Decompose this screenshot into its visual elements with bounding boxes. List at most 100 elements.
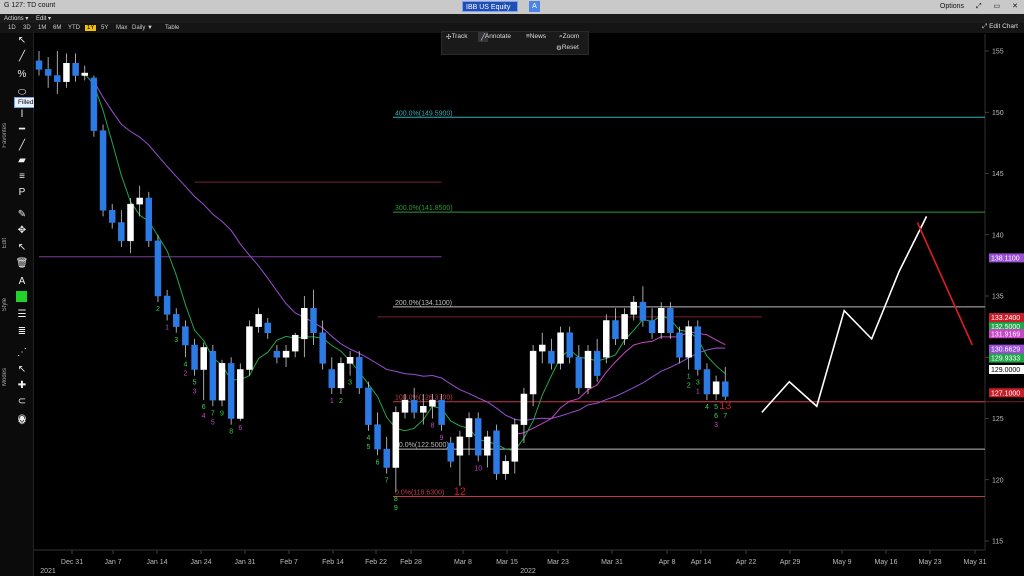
news-button[interactable]: ≡ News [526, 33, 546, 40]
reset-button[interactable]: ⚙ Reset [556, 44, 579, 52]
candle-body [511, 424, 519, 462]
x-tick-label: Feb 28 [400, 559, 422, 566]
candle-body [72, 63, 79, 76]
candle-body [685, 326, 692, 358]
td-count-label: 1 [165, 325, 169, 332]
x-tick-label: Apr 29 [780, 559, 801, 566]
td-count-label: 6 [202, 404, 206, 411]
x-tick-label: Mar 15 [496, 559, 518, 566]
candle-body [310, 308, 317, 333]
td-count-label: 3 [193, 389, 197, 396]
candle-body [474, 418, 482, 456]
candle-body [273, 350, 281, 358]
y-tick-label: 135 [992, 294, 1004, 301]
y-tick-label: 120 [992, 477, 1004, 484]
candle-body [200, 347, 207, 370]
candle-body [456, 436, 464, 456]
candle-body [593, 350, 601, 376]
candle-body [639, 301, 647, 321]
candle-body [237, 369, 244, 419]
td-count-label: 6 [714, 413, 718, 420]
td-count-label: 5 [193, 380, 197, 387]
y-tick-label: 125 [992, 416, 1004, 423]
td-count-label: 3 [174, 337, 178, 344]
td-count-label: 4 [183, 361, 187, 368]
candle-body [420, 406, 427, 413]
track-button[interactable]: ✣ Track [446, 33, 467, 41]
x-tick-label: Mar 8 [454, 559, 472, 566]
candle-body [145, 197, 153, 242]
y-tick-label: 140 [992, 232, 1004, 239]
candle-body [118, 222, 125, 242]
td-count-label: 10 [474, 465, 482, 472]
x-tick-label: Feb 7 [280, 559, 298, 566]
td-count-label: 13 [719, 400, 731, 412]
candle-body [35, 60, 43, 70]
candle-body [520, 393, 528, 425]
annotate-button[interactable]: ╱ Annotate [478, 32, 511, 42]
x-tick-label: Jan 7 [104, 559, 121, 566]
td-count-label: 7 [385, 478, 389, 485]
candle-body [337, 363, 345, 389]
candle-body [63, 63, 70, 82]
td-count-label: 3 [714, 422, 718, 429]
candle-body [566, 332, 573, 358]
candle-body [703, 369, 711, 395]
price-chart[interactable]: Dec 31 Jan 7 Jan 14 Jan 24 Jan 31 Feb 7 Feb 14… [0, 0, 1024, 576]
candle-body [465, 418, 473, 438]
x-tick-label: May 23 [919, 559, 942, 566]
td-count-label: 9 [220, 410, 224, 417]
td-count-label: 1 [330, 398, 334, 405]
candle-body [612, 320, 619, 340]
td-count-label: 1 [696, 389, 700, 396]
candle-body [127, 203, 134, 242]
zoom-button[interactable]: ⌕ Zoom [559, 33, 579, 41]
candle-body [548, 350, 555, 364]
track-label: Track [451, 33, 468, 40]
candle-body [90, 77, 98, 131]
x-tick-label: Jan 31 [234, 559, 255, 566]
td-count-label: 12 [454, 486, 466, 498]
candle-body [291, 334, 299, 352]
td-count-label: 2 [183, 370, 187, 377]
candle-body [575, 357, 583, 389]
y-tick-label: 155 [992, 49, 1004, 56]
candle-body [356, 357, 363, 389]
candle-body [319, 332, 326, 364]
td-count-label: 2 [156, 306, 160, 313]
td-count-label: 9 [394, 505, 398, 512]
td-count-label: 9 [440, 435, 444, 442]
candle-body [81, 72, 88, 76]
candle-body [584, 350, 592, 389]
candle-body [712, 381, 720, 395]
x-tick-label: May 16 [875, 559, 898, 566]
candle-body [282, 350, 290, 358]
reset-label: Reset [561, 44, 579, 51]
candle-body [648, 320, 656, 333]
td-count-label: 7 [211, 410, 215, 417]
candle-body [621, 314, 628, 340]
news-label: News [529, 33, 547, 40]
candle-body [209, 350, 217, 401]
candle-body [227, 363, 235, 419]
candle-body [722, 381, 729, 397]
candle-body [328, 369, 336, 389]
candle-body [301, 308, 308, 340]
candle-body [264, 322, 271, 334]
td-count-label: 8 [430, 423, 434, 430]
candle-body [630, 301, 637, 315]
candle-body [99, 130, 107, 211]
candle-body [365, 387, 372, 425]
td-count-label: 6 [238, 425, 242, 432]
candle-body [255, 314, 262, 327]
td-count-label: 2 [339, 398, 343, 405]
candle-body [173, 314, 180, 327]
td-count-label: 5 [714, 404, 718, 411]
candle-body [191, 344, 198, 370]
candle-body [676, 332, 683, 358]
candle-body [218, 363, 226, 401]
td-count-label: 1 [687, 374, 691, 381]
td-count-label: 8 [229, 429, 233, 436]
candle-body [163, 295, 171, 315]
candle-body [603, 320, 610, 358]
